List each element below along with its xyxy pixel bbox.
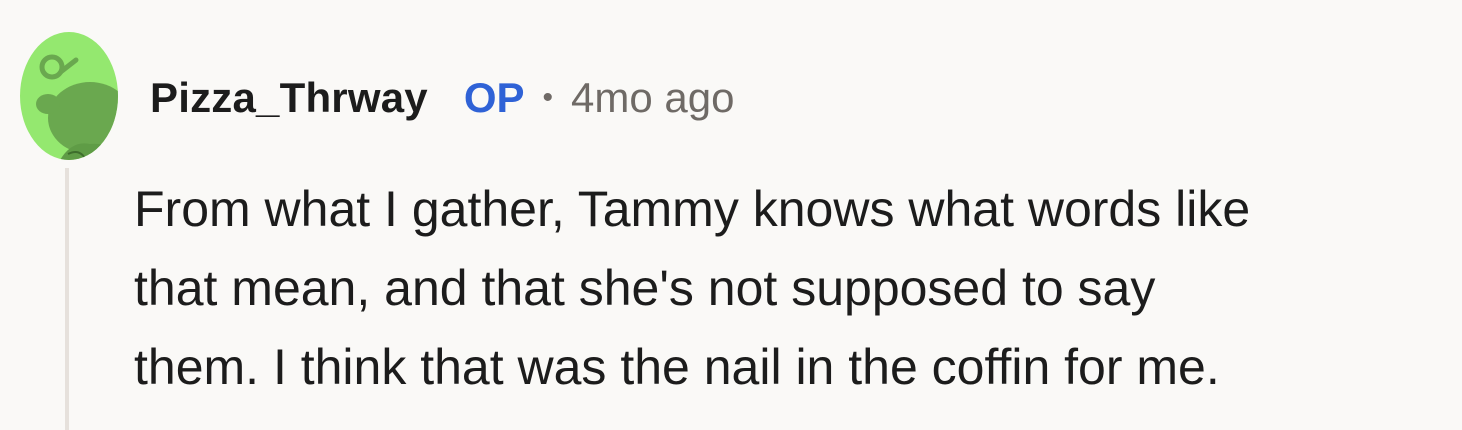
timestamp-link[interactable]: 4mo ago — [571, 74, 734, 122]
comment-body: From what I gather, Tammy knows what wor… — [134, 170, 1444, 407]
username-link[interactable]: Pizza_Thrway — [150, 74, 428, 122]
thread-line[interactable] — [65, 168, 69, 430]
comment-text-line: From what I gather, Tammy knows what wor… — [134, 181, 1251, 237]
op-badge: OP — [463, 74, 525, 121]
meta-separator: • — [542, 81, 554, 114]
comment-meta: Pizza_Thrway OP • 4mo ago — [150, 70, 735, 126]
comment: Pizza_Thrway OP • 4mo ago From what I ga… — [0, 0, 1462, 430]
snoo-avatar-icon[interactable] — [20, 32, 118, 160]
comment-text-line: them. I think that was the nail in the c… — [134, 339, 1220, 395]
comment-text-line: that mean, and that she's not supposed t… — [134, 260, 1156, 316]
